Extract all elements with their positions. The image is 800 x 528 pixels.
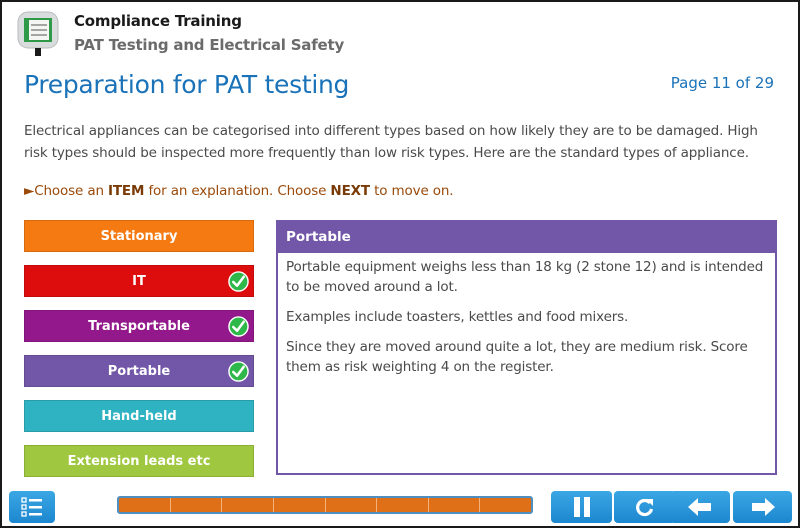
replay-button[interactable] <box>614 491 675 523</box>
visited-check-icon <box>228 316 249 337</box>
pat-tester-icon <box>17 11 59 56</box>
visited-check-icon <box>228 361 249 382</box>
next-button[interactable] <box>733 491 792 523</box>
menu-button[interactable] <box>9 491 55 523</box>
progress-segment <box>273 498 326 512</box>
progress-segment <box>325 498 378 512</box>
replay-icon <box>635 498 653 517</box>
visited-check-icon <box>228 271 249 292</box>
item-stationary[interactable]: Stationary <box>24 220 254 252</box>
panel-title: Portable <box>278 222 775 253</box>
panel-paragraph: Portable equipment weighs less than 18 k… <box>286 259 764 295</box>
page-title: Preparation for PAT testing <box>24 70 350 99</box>
item-label: Hand-held <box>101 408 177 424</box>
course-subtitle: PAT Testing and Electrical Safety <box>74 36 345 54</box>
panel-paragraph: Examples include toasters, kettles and f… <box>286 309 629 325</box>
item-label: IT <box>132 273 146 289</box>
progress-segment <box>119 498 171 512</box>
pause-button[interactable] <box>551 491 612 523</box>
item-label: Stationary <box>100 228 178 244</box>
item-transportable[interactable]: Transportable <box>24 310 254 342</box>
panel-paragraph: Since they are moved around quite a lot,… <box>286 339 748 375</box>
item-hand-held[interactable]: Hand-held <box>24 400 254 432</box>
progress-segment <box>428 498 481 512</box>
item-label: Extension leads etc <box>67 453 211 469</box>
intro-text: Electrical appliances can be categorised… <box>24 123 758 161</box>
course-title: Compliance Training <box>74 12 242 30</box>
back-button[interactable] <box>670 491 730 523</box>
panel-body: Portable equipment weighs less than 18 k… <box>278 253 775 391</box>
instruction-text: ►Choose an ITEM for an explanation. Choo… <box>24 183 454 199</box>
appliance-type-list: Stationary IT Transportable Portable Han… <box>24 220 254 490</box>
item-it[interactable]: IT <box>24 265 254 297</box>
page-number: Page 11 of 29 <box>670 74 774 92</box>
pointer-arrow-icon: ► <box>24 183 35 199</box>
menu-list-icon <box>21 497 42 517</box>
progress-segment <box>377 498 429 512</box>
progress-segment <box>480 498 531 512</box>
item-label: Portable <box>107 363 171 379</box>
progress-bar <box>117 496 533 514</box>
progress-segment <box>222 498 274 512</box>
arrow-right-icon <box>751 498 775 516</box>
progress-segment <box>170 498 223 512</box>
item-portable[interactable]: Portable <box>24 355 254 387</box>
explanation-panel: Portable Portable equipment weighs less … <box>276 220 777 475</box>
pause-icon <box>573 497 590 517</box>
item-label: Transportable <box>88 318 190 334</box>
arrow-left-icon <box>688 498 711 516</box>
item-extension-leads[interactable]: Extension leads etc <box>24 445 254 477</box>
